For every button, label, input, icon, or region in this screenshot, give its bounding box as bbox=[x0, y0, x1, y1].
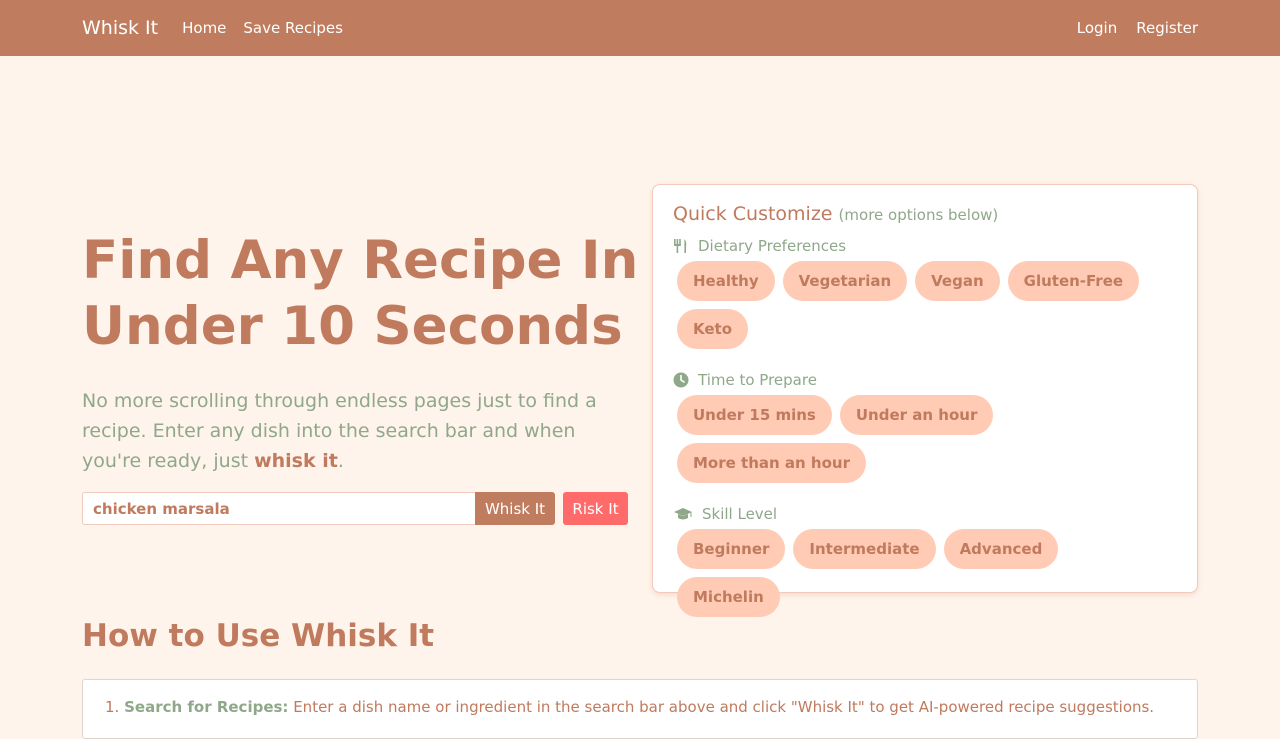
navbar: Whisk It Home Save Recipes Login Registe… bbox=[0, 0, 1280, 56]
clock-icon bbox=[673, 372, 689, 388]
chip-healthy[interactable]: Healthy bbox=[677, 261, 775, 301]
hero-title-line2: Under 10 Seconds bbox=[82, 296, 623, 357]
nav-save-recipes-link[interactable]: Save Recipes bbox=[243, 19, 343, 37]
dietary-label-text: Dietary Preferences bbox=[698, 237, 847, 255]
howto-title: How to Use Whisk It bbox=[82, 618, 435, 654]
skill-label-text: Skill Level bbox=[702, 505, 778, 523]
nav-home-link[interactable]: Home bbox=[182, 19, 226, 37]
customize-title: Quick Customize (more options below) bbox=[673, 203, 1177, 225]
hero-text-bold: whisk it bbox=[254, 450, 338, 472]
dietary-label: Dietary Preferences bbox=[673, 237, 1177, 255]
skill-label: Skill Level bbox=[673, 505, 1177, 523]
step-text: Enter a dish name or ingredient in the s… bbox=[288, 698, 1155, 716]
risk-it-button[interactable]: Risk It bbox=[563, 492, 628, 525]
step-number: 1. bbox=[105, 698, 120, 716]
nav-login-link[interactable]: Login bbox=[1077, 19, 1117, 37]
hero-text-end: . bbox=[337, 450, 344, 472]
chip-beginner[interactable]: Beginner bbox=[677, 529, 786, 569]
dietary-options: Healthy Vegetarian Vegan Gluten-Free Ket… bbox=[673, 261, 1177, 357]
step-title: Search for Recipes: bbox=[124, 698, 289, 716]
chip-vegetarian[interactable]: Vegetarian bbox=[782, 261, 908, 301]
quick-customize-card: Quick Customize (more options below) Die… bbox=[652, 184, 1198, 617]
customize-subtitle: (more options below) bbox=[838, 206, 999, 224]
chip-more-than-an-hour[interactable]: More than an hour bbox=[677, 443, 866, 483]
brand-logo[interactable]: Whisk It bbox=[82, 17, 158, 39]
hero-title-line1: Find Any Recipe In bbox=[82, 230, 639, 291]
chip-under-15-mins[interactable]: Under 15 mins bbox=[677, 395, 832, 435]
utensils-icon bbox=[674, 239, 687, 253]
howto-steps: 1. Search for Recipes: Enter a dish name… bbox=[82, 679, 1198, 739]
customize-title-text: Quick Customize bbox=[673, 203, 833, 225]
time-label-text: Time to Prepare bbox=[698, 371, 817, 389]
chip-advanced[interactable]: Advanced bbox=[943, 529, 1059, 569]
skill-options: Beginner Intermediate Advanced Michelin bbox=[673, 529, 1177, 625]
graduation-cap-icon bbox=[674, 508, 692, 520]
chip-gluten-free[interactable]: Gluten-Free bbox=[1007, 261, 1140, 301]
time-options: Under 15 mins Under an hour More than an… bbox=[673, 395, 1177, 491]
search-bar: Whisk It Risk It bbox=[82, 492, 628, 525]
hero-description: No more scrolling through endless pages … bbox=[82, 386, 627, 476]
time-label: Time to Prepare bbox=[673, 371, 1177, 389]
hero-title: Find Any Recipe In Under 10 Seconds bbox=[82, 228, 642, 360]
nav-auth: Login Register bbox=[1058, 19, 1198, 37]
nav-register-link[interactable]: Register bbox=[1136, 19, 1198, 37]
chip-keto[interactable]: Keto bbox=[677, 309, 749, 349]
chip-under-an-hour[interactable]: Under an hour bbox=[839, 395, 994, 435]
whisk-it-button[interactable]: Whisk It bbox=[475, 492, 555, 525]
recipe-search-input[interactable] bbox=[82, 492, 475, 525]
chip-intermediate[interactable]: Intermediate bbox=[793, 529, 936, 569]
chip-michelin[interactable]: Michelin bbox=[677, 577, 780, 617]
hero-section: Find Any Recipe In Under 10 Seconds No m… bbox=[0, 56, 1280, 617]
chip-vegan[interactable]: Vegan bbox=[915, 261, 1000, 301]
